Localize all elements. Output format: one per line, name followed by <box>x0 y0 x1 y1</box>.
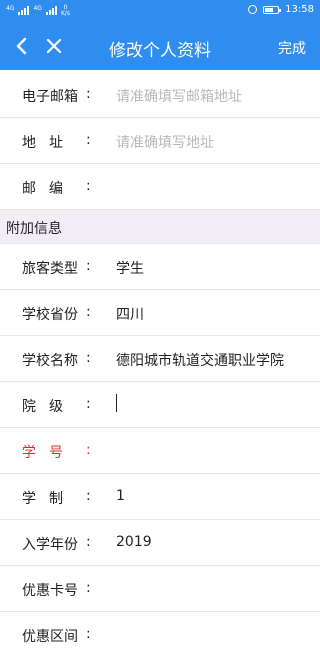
discount-range-colon: : <box>86 626 91 642</box>
text-cursor <box>116 394 117 412</box>
form-row-postcode[interactable]: 邮编 : <box>0 164 320 210</box>
school-name-value[interactable]: 德阳城市轨道交通职业学院 <box>116 350 284 370</box>
school-name-colon: : <box>86 350 91 366</box>
status-left: 4G 4G 0 K/s <box>6 5 70 17</box>
alarm-icon <box>248 5 258 14</box>
form-row-discount-range[interactable]: 优惠区间 : <box>0 612 320 648</box>
enrollment-year-value[interactable]: 2019 <box>116 534 152 550</box>
address-field[interactable]: 请准确填写地址 <box>116 132 214 152</box>
page-title: 修改个人资料 <box>109 41 211 61</box>
passenger-type-colon: : <box>86 258 91 274</box>
battery-icon <box>263 5 282 14</box>
school-province-colon: : <box>86 304 91 320</box>
email-colon: : <box>86 86 91 102</box>
signal-icon <box>18 5 30 15</box>
department-label: 院级 <box>22 399 76 415</box>
program-length-label: 学制 <box>22 491 76 507</box>
program-length-value[interactable]: 1 <box>116 488 125 504</box>
postcode-label: 邮编 <box>22 181 76 197</box>
enrollment-year-label: 入学年份 <box>22 537 78 553</box>
school-name-label: 学校名称 <box>22 353 78 369</box>
school-province-value[interactable]: 四川 <box>116 304 144 324</box>
form-row-address[interactable]: 地址 : 请准确填写地址 <box>0 118 320 164</box>
department-colon: : <box>86 396 91 412</box>
discount-card-colon: : <box>86 580 91 596</box>
speed-unit: K/s <box>60 10 71 17</box>
postcode-colon: : <box>86 178 91 194</box>
discount-range-label: 优惠区间 <box>22 629 78 645</box>
address-label: 地址 <box>22 135 76 151</box>
form-row-department[interactable]: 院级 : <box>0 382 320 428</box>
profile-form: 电子邮箱 : 请准确填写邮箱地址 地址 : 请准确填写地址 邮编 : 附加信息 … <box>0 72 320 648</box>
form-row-enrollment-year[interactable]: 入学年份 : 2019 <box>0 520 320 566</box>
form-row-discount-card[interactable]: 优惠卡号 : <box>0 566 320 612</box>
status-right: 13:58 <box>248 4 314 15</box>
section-header-extra-info: 附加信息 <box>0 210 320 244</box>
network-speed: 0 K/s <box>61 5 70 17</box>
address-colon: : <box>86 132 91 148</box>
section-title: 附加信息 <box>6 221 62 237</box>
email-field[interactable]: 请准确填写邮箱地址 <box>116 86 242 106</box>
email-label: 电子邮箱 <box>22 89 78 105</box>
form-row-program-length[interactable]: 学制 : 1 <box>0 474 320 520</box>
school-province-label: 学校省份 <box>22 307 78 323</box>
status-time: 13:58 <box>285 4 314 15</box>
program-length-colon: : <box>86 488 91 504</box>
network-type-2: 4G <box>33 5 42 12</box>
network-type-1: 4G <box>6 5 15 12</box>
discount-card-label: 优惠卡号 <box>22 583 78 599</box>
form-row-student-id[interactable]: 学号 : <box>0 428 320 474</box>
student-id-label: 学号 <box>22 445 76 461</box>
passenger-type-label: 旅客类型 <box>22 261 78 277</box>
status-bar: 4G 4G 0 K/s 13:58 <box>0 0 320 22</box>
done-button[interactable]: 完成 <box>278 38 306 58</box>
form-row-school-name[interactable]: 学校名称 : 德阳城市轨道交通职业学院 <box>0 336 320 382</box>
nav-bar: 修改个人资料 完成 <box>0 22 320 70</box>
form-row-school-province[interactable]: 学校省份 : 四川 <box>0 290 320 336</box>
student-id-colon: : <box>86 442 91 458</box>
passenger-type-value[interactable]: 学生 <box>116 258 144 278</box>
enrollment-year-colon: : <box>86 534 91 550</box>
form-row-email[interactable]: 电子邮箱 : 请准确填写邮箱地址 <box>0 72 320 118</box>
signal-icon <box>45 5 57 15</box>
battery-fill <box>265 7 274 12</box>
form-row-passenger-type[interactable]: 旅客类型 : 学生 <box>0 244 320 290</box>
